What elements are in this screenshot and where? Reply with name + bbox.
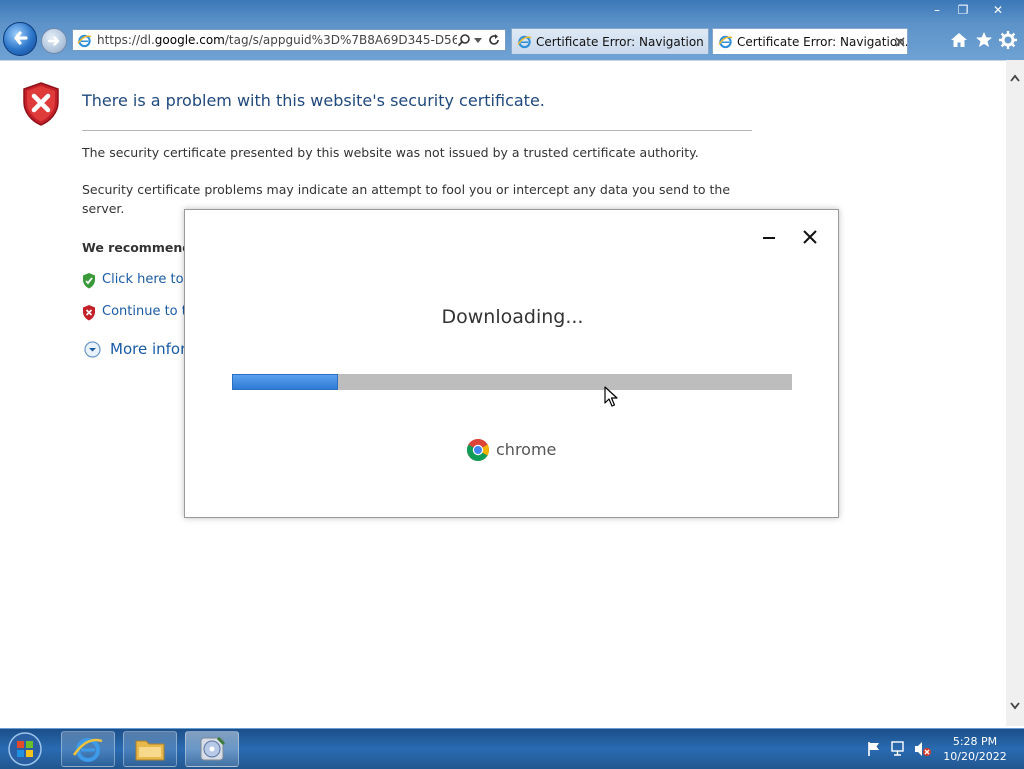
ie-tab-icon xyxy=(517,35,532,49)
system-clock[interactable]: 5:28 PM 10/20/2022 xyxy=(940,734,1010,764)
page-scrollbar[interactable] xyxy=(1006,60,1024,726)
back-button[interactable] xyxy=(3,22,37,56)
arrow-right-icon xyxy=(47,36,60,46)
close-tab-icon[interactable] xyxy=(895,37,905,47)
error-title: There is a problem with this website's s… xyxy=(82,91,545,110)
continue-link-text: Continue to t xyxy=(102,304,187,319)
address-bar[interactable]: https://dl.google.com/tag/s/appguid%3D%7… xyxy=(72,29,506,51)
network-icon[interactable] xyxy=(890,741,908,757)
search-icon[interactable] xyxy=(457,33,471,47)
ie-page-icon xyxy=(77,34,92,48)
red-shield-x-icon xyxy=(83,305,95,321)
mouse-cursor-icon xyxy=(604,386,618,407)
arrow-left-icon xyxy=(14,31,28,45)
volume-muted-icon[interactable] xyxy=(914,741,932,757)
folder-icon xyxy=(135,740,165,761)
favorites-star-icon[interactable] xyxy=(974,30,994,50)
error-shield-icon xyxy=(23,82,59,126)
window-restore-button[interactable]: ❐ xyxy=(950,0,976,20)
dropdown-icon[interactable] xyxy=(474,37,482,45)
chrome-download-dialog: Downloading... chrome xyxy=(184,209,839,518)
dialog-minimize-button[interactable] xyxy=(758,226,780,248)
clock-date: 10/20/2022 xyxy=(943,750,1007,763)
installer-disc-icon xyxy=(200,736,226,761)
tab-certificate-error-1[interactable]: Certificate Error: Navigation Bl... xyxy=(511,28,709,54)
taskbar-internet-explorer[interactable] xyxy=(61,731,115,767)
close-webpage-link-text: Click here to c xyxy=(102,272,195,287)
download-progress-bar xyxy=(232,374,792,390)
home-icon[interactable] xyxy=(949,30,969,50)
forward-button[interactable] xyxy=(41,28,67,54)
tab-label: Certificate Error: Navigation Bl... xyxy=(536,35,708,49)
clock-time: 5:28 PM xyxy=(952,735,998,748)
url-text: https://dl.google.com/tag/s/appguid%3D%7… xyxy=(97,33,457,47)
tab-certificate-error-2[interactable]: Certificate Error: Navigation... xyxy=(712,28,908,54)
more-information-text: More infor xyxy=(110,340,187,358)
system-tray xyxy=(862,739,942,761)
ie-tab-icon xyxy=(718,35,733,49)
dialog-close-button[interactable] xyxy=(799,226,821,248)
settings-gear-icon[interactable] xyxy=(998,30,1018,50)
chevron-down-circle-icon xyxy=(84,341,101,358)
download-status-text: Downloading... xyxy=(441,306,584,328)
browser-toolbar: – ❐ ✕ https://dl.google.com/tag/s/appgui… xyxy=(0,0,1024,60)
divider xyxy=(82,130,752,131)
window-close-button[interactable]: ✕ xyxy=(984,0,1012,20)
taskbar-file-explorer[interactable] xyxy=(123,731,177,767)
tab-label: Certificate Error: Navigation... xyxy=(737,35,908,49)
start-button[interactable] xyxy=(4,730,46,768)
windows-taskbar: 5:28 PM 10/20/2022 xyxy=(0,728,1024,769)
download-progress-fill xyxy=(232,374,338,390)
recommendation-heading: We recommend xyxy=(82,240,192,255)
green-shield-check-icon xyxy=(83,273,95,289)
refresh-icon[interactable] xyxy=(487,33,501,47)
scroll-up-icon[interactable] xyxy=(1010,74,1020,82)
action-center-flag-icon[interactable] xyxy=(866,741,882,757)
error-description: The security certificate presented by th… xyxy=(82,145,699,160)
scroll-down-icon[interactable] xyxy=(1010,702,1020,710)
window-minimize-button[interactable]: – xyxy=(924,0,950,20)
chrome-logo-icon xyxy=(467,439,489,461)
chrome-wordmark: chrome xyxy=(496,440,557,459)
internet-explorer-icon xyxy=(72,738,103,762)
taskbar-installer[interactable] xyxy=(185,731,239,767)
